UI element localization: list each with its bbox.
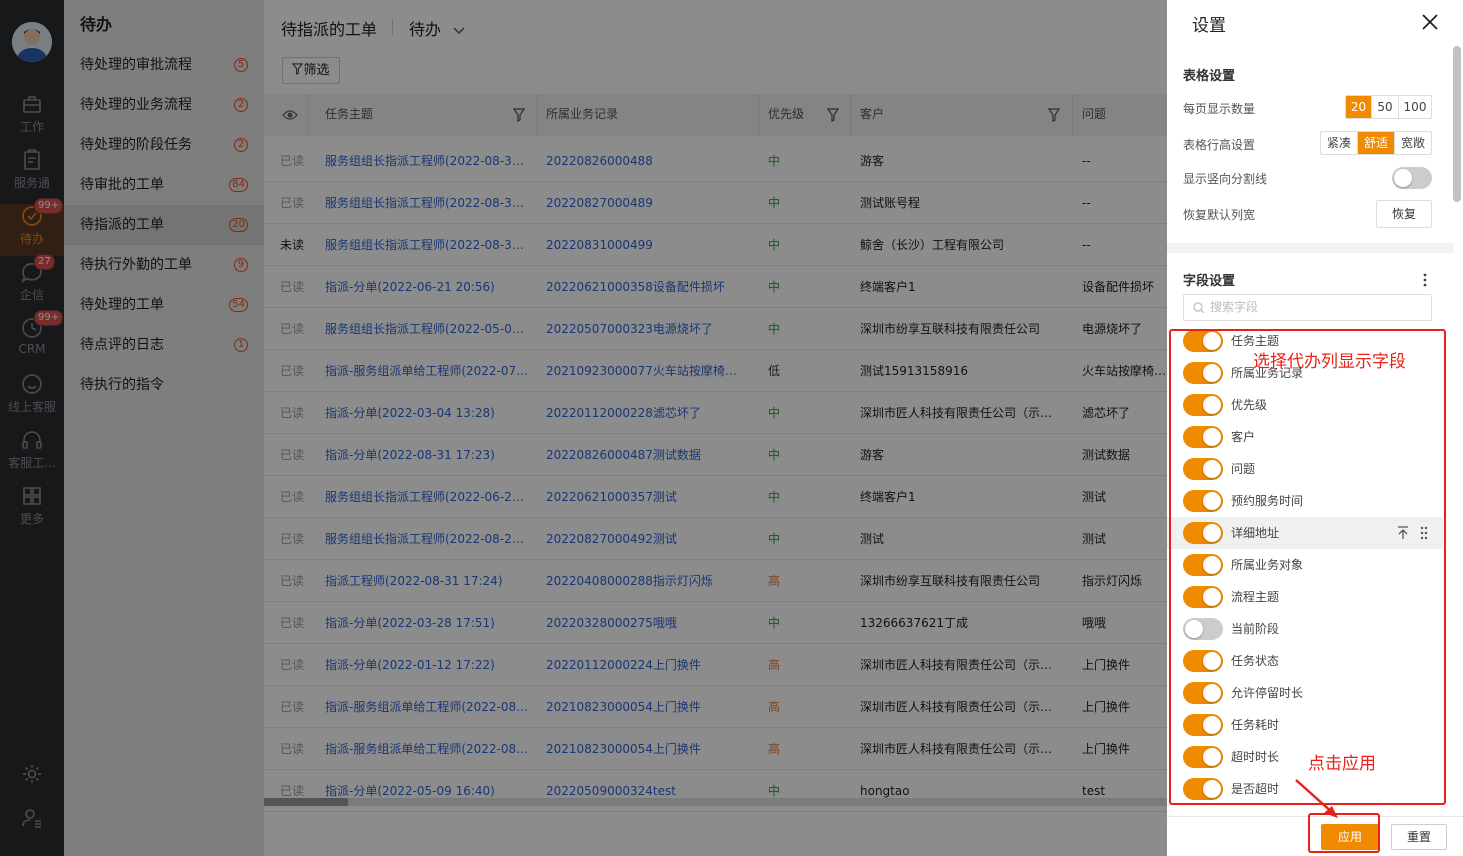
fields-highlight-box (1169, 329, 1446, 805)
panel-scrollbar[interactable] (1453, 46, 1461, 816)
segment-option[interactable]: 100 (1399, 96, 1431, 118)
table-settings-title: 表格设置 (1183, 69, 1236, 84)
page-size-label: 每页显示数量 (1183, 102, 1256, 116)
fields-annotation: 选择代办列显示字段 (1253, 352, 1406, 372)
table-settings-card: 表格设置 每页显示数量 20 50 100 表格行高设置 紧凑 舒适 宽敞 显示竖向分割… (1167, 44, 1454, 243)
apply-annotation: 点击应用 (1308, 754, 1376, 774)
segment-option[interactable]: 50 (1372, 96, 1399, 118)
search-placeholder: 搜索字段 (1210, 300, 1259, 314)
vertical-lines-label: 显示竖向分割线 (1183, 172, 1268, 186)
segment-option[interactable]: 舒适 (1358, 132, 1395, 154)
page-size-segment: 20 50 100 (1345, 95, 1432, 119)
segment-option[interactable]: 20 (1346, 96, 1372, 118)
search-icon (1193, 302, 1205, 314)
field-settings-title: 字段设置 (1183, 274, 1236, 289)
panel-scroll-thumb[interactable] (1453, 46, 1461, 202)
apply-highlight-box (1308, 813, 1380, 853)
restore-width-label: 恢复默认列宽 (1183, 208, 1256, 222)
close-icon[interactable] (1420, 12, 1440, 32)
field-search-input[interactable]: 搜索字段 (1183, 294, 1432, 321)
row-height-label: 表格行高设置 (1183, 138, 1256, 152)
segment-option[interactable]: 宽敞 (1395, 132, 1431, 154)
modal-overlay[interactable] (0, 0, 1167, 856)
segment-option[interactable]: 紧凑 (1321, 132, 1358, 154)
app-root: 工作 服务通 待办 99+ 企信 27 CRM 99+ 线上客服 客服工... 更多 待办 待处理的… (0, 0, 1463, 856)
vertical-lines-toggle[interactable] (1392, 167, 1432, 189)
restore-button[interactable]: 恢复 (1376, 200, 1432, 228)
row-height-segment: 紧凑 舒适 宽敞 (1320, 131, 1432, 155)
more-vertical-icon[interactable] (1421, 273, 1429, 287)
reset-button[interactable]: 重置 (1391, 824, 1447, 850)
panel-title: 设置 (1192, 16, 1226, 36)
